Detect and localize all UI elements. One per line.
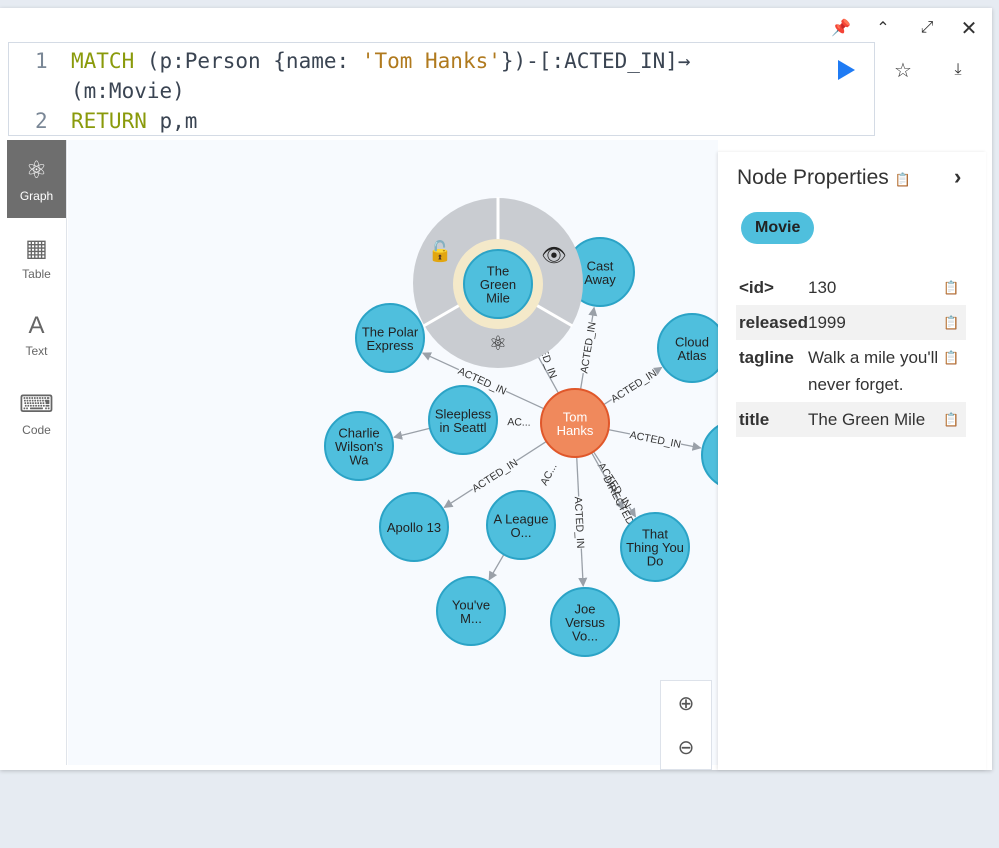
line-number: 2 <box>35 109 48 133</box>
query-editor[interactable]: 1 MATCH (p:Person {name: 'Tom Hanks'})-[:… <box>8 42 875 136</box>
property-value: 1999 <box>808 313 846 332</box>
sidebar-item-text[interactable]: A Text <box>7 296 66 374</box>
favorite-star-icon[interactable]: ☆ <box>891 58 915 82</box>
property-row: released 1999 📋 <box>736 305 966 340</box>
property-row: <id> 130 📋 <box>736 270 966 305</box>
node-label[interactable]: Apollo 13 <box>387 520 441 535</box>
collapse-icon[interactable]: ⌃ <box>871 16 895 40</box>
label-badge[interactable]: Movie <box>741 212 815 244</box>
unlock-icon[interactable]: 🔓 <box>428 239 453 263</box>
graph-svg[interactable]: ACTED_INACTED_IN ACTED_INAC...ACTED_INACT… <box>68 140 771 765</box>
sidebar-item-label: Code <box>22 422 51 437</box>
property-key: title <box>739 410 770 429</box>
edge-label: ACTED_IN <box>470 457 520 495</box>
graph-icon: ⚛ <box>25 156 48 184</box>
copy-icon[interactable]: 📋 <box>943 344 963 398</box>
panel-title-text: Node Properties <box>737 166 889 189</box>
line-number: 1 <box>35 49 48 73</box>
sidebar-item-label: Text <box>25 344 48 358</box>
sidebar-item-graph[interactable]: ⚛ Graph <box>7 140 66 218</box>
code-token: p,m <box>146 109 198 133</box>
copy-icon[interactable]: 📋 <box>943 309 963 336</box>
code-token: MATCH <box>71 49 135 73</box>
node-label[interactable]: Wa <box>349 453 369 468</box>
edge-label: AC... <box>507 416 531 429</box>
result-frame: 📌 ⌃ ⤢ ✕ 1 MATCH (p:Person {name: 'Tom Han… <box>0 8 992 770</box>
node-label[interactable]: Away <box>584 272 616 287</box>
sidebar-item-table[interactable]: ▦ Table <box>7 218 66 296</box>
relationship-edge <box>393 427 431 440</box>
property-key: released <box>739 313 808 332</box>
edge-label: ACTED_IN <box>609 367 659 405</box>
property-row: title The Green Mile 📋 <box>736 402 966 437</box>
sidebar-item-label: Table <box>22 266 51 281</box>
panel-title: Node Properties 📋 <box>737 166 911 190</box>
property-value: 130 <box>808 278 837 297</box>
node-label[interactable]: Hanks <box>557 423 594 438</box>
node-label[interactable]: Mile <box>486 291 510 306</box>
node-label[interactable]: Express <box>367 338 414 353</box>
property-key: <id> <box>739 278 774 297</box>
edge-label: ACTED_IN <box>572 496 587 548</box>
code-line: MATCH (p:Person {name: 'Tom Hanks'})-[:A… <box>71 49 691 73</box>
property-row: tagline Walk a mile you'll never forget. 📋 <box>736 340 966 402</box>
node-properties-panel: Node Properties 📋 › Movie <id> 130 📋 releas… <box>718 152 986 770</box>
graph-canvas[interactable]: ACTED_IN ACTED_IN ACTED_IN AC... ACTED_IN ACT… <box>68 140 771 765</box>
text-icon: A <box>28 312 45 339</box>
sidebar-item-code[interactable]: ⌨ Code <box>7 374 66 452</box>
zoom-out-button[interactable]: ⊖ <box>661 725 711 769</box>
code-token: (m:Movie) <box>71 79 185 103</box>
hide-node-icon[interactable]: 👁 <box>541 245 566 267</box>
code-icon: ⌨ <box>19 390 54 418</box>
code-line: RETURN p,m <box>71 109 197 133</box>
code-token: })-[:ACTED_IN]→ <box>500 49 691 73</box>
relationship-edge <box>488 554 505 581</box>
property-value: The Green Mile <box>808 410 926 429</box>
table-icon: ▦ <box>25 234 48 262</box>
zoom-in-button[interactable]: ⊕ <box>661 681 711 725</box>
copy-icon[interactable]: 📋 <box>943 274 963 301</box>
view-sidebar: ⚛ Graph ▦ Table A Text ⌨ Code <box>7 140 67 765</box>
code-token: (p:Person {name: <box>134 49 362 73</box>
node-label[interactable]: M... <box>460 611 482 626</box>
node-label[interactable]: Atlas <box>678 348 707 363</box>
run-button[interactable] <box>838 60 855 80</box>
movie-node-right[interactable] <box>701 420 771 490</box>
pin-icon[interactable]: 📌 <box>829 16 853 40</box>
code-token: RETURN <box>71 109 147 133</box>
expand-icon[interactable]: ⚛ <box>489 333 507 355</box>
node-label[interactable]: Do <box>647 554 664 569</box>
chevron-right-icon[interactable]: › <box>954 164 961 190</box>
copy-icon[interactable]: 📋 <box>943 406 963 433</box>
download-icon[interactable]: ⤓ <box>946 58 970 82</box>
property-key: tagline <box>739 348 794 367</box>
code-line: (m:Movie) <box>71 79 185 103</box>
node-label[interactable]: Vo... <box>572 629 598 644</box>
copy-icon[interactable]: 📋 <box>895 172 911 187</box>
node-label[interactable]: O... <box>511 525 532 540</box>
fullscreen-icon[interactable]: ⤢ <box>915 16 939 40</box>
sidebar-item-label: Graph <box>19 188 54 203</box>
zoom-controls: ⊕ ⊖ <box>660 680 712 770</box>
code-token: 'Tom Hanks' <box>361 49 501 73</box>
close-icon[interactable]: ✕ <box>957 16 981 40</box>
property-value: Walk a mile you'll never forget. <box>808 348 939 394</box>
node-label[interactable]: in Seattl <box>440 420 487 435</box>
properties-table: <id> 130 📋 released 1999 📋 tagline Walk a mile … <box>736 270 966 437</box>
edge-label: AC... <box>538 461 560 487</box>
